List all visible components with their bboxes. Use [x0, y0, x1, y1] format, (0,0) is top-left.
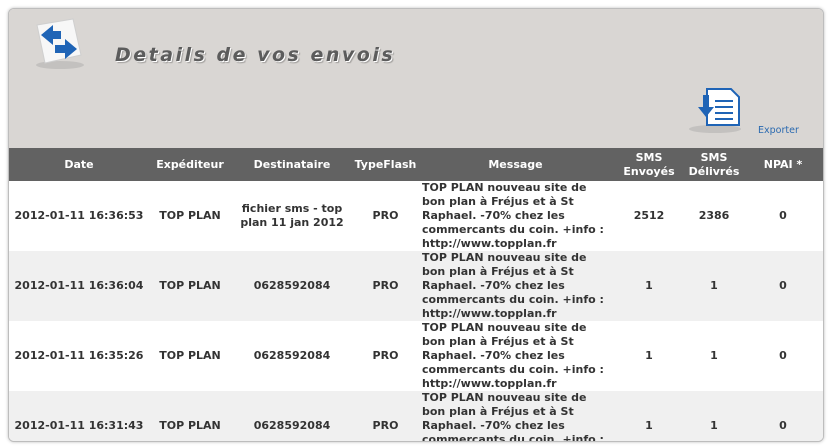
- cell-sender: TOP PLAN: [159, 349, 221, 362]
- envois-table: Date Expéditeur Destinataire TypeFlash M…: [9, 148, 823, 442]
- cell-npai: 0: [779, 349, 787, 362]
- cell-delivered: 2386: [698, 209, 730, 222]
- table-row[interactable]: 2012-01-11 16:36:53 TOP PLAN fichier sms…: [9, 181, 823, 251]
- cell-recipient: 0628592084: [253, 279, 331, 292]
- cell-sent: 1: [645, 279, 653, 292]
- cell-delivered: 1: [710, 349, 718, 362]
- cell-delivered: 1: [710, 419, 718, 432]
- cell-npai: 0: [779, 209, 787, 222]
- table-row[interactable]: 2012-01-11 16:36:04 TOP PLAN 0628592084 …: [9, 251, 823, 321]
- cell-message: TOP PLAN nouveau site de bon plan à Fréj…: [422, 181, 604, 250]
- cell-message: TOP PLAN nouveau site de bon plan à Fréj…: [422, 391, 604, 442]
- cell-sent: 1: [645, 349, 653, 362]
- cell-recipient: fichier sms - top plan 11 jan 2012: [240, 202, 344, 229]
- cell-type: PRO: [372, 419, 399, 432]
- cell-date: 2012-01-11 16:31:43: [14, 419, 144, 432]
- panel-header: Details de vos envois Exporter: [9, 9, 823, 148]
- col-date[interactable]: Date: [9, 148, 149, 181]
- cell-delivered: 1: [710, 279, 718, 292]
- col-destinataire[interactable]: Destinataire: [231, 148, 353, 181]
- cell-sender: TOP PLAN: [159, 419, 221, 432]
- cell-message: TOP PLAN nouveau site de bon plan à Fréj…: [422, 251, 604, 320]
- col-message[interactable]: Message: [418, 148, 613, 181]
- page-title: Details de vos envois: [115, 44, 396, 66]
- cell-type: PRO: [372, 349, 399, 362]
- cell-date: 2012-01-11 16:36:53: [14, 209, 144, 222]
- document-download-icon[interactable]: [685, 85, 745, 135]
- table-row[interactable]: 2012-01-11 16:31:43 TOP PLAN 0628592084 …: [9, 391, 823, 442]
- cell-npai: 0: [779, 419, 787, 432]
- cell-date: 2012-01-11 16:35:26: [14, 349, 144, 362]
- cell-sender: TOP PLAN: [159, 279, 221, 292]
- cell-date: 2012-01-11 16:36:04: [14, 279, 144, 292]
- col-expediteur[interactable]: Expéditeur: [149, 148, 231, 181]
- cell-npai: 0: [779, 279, 787, 292]
- cell-type: PRO: [372, 279, 399, 292]
- col-typeflash[interactable]: TypeFlash: [353, 148, 418, 181]
- cell-message: TOP PLAN nouveau site de bon plan à Fréj…: [422, 321, 604, 390]
- table-row[interactable]: 2012-01-11 16:35:26 TOP PLAN 0628592084 …: [9, 321, 823, 391]
- cell-sender: TOP PLAN: [159, 209, 221, 222]
- export-link[interactable]: Exporter: [758, 125, 799, 136]
- back-arrows-icon[interactable]: [27, 15, 89, 73]
- cell-sent: 2512: [633, 209, 665, 222]
- col-npai[interactable]: NPAI *: [743, 148, 823, 181]
- cell-sent: 1: [645, 419, 653, 432]
- cell-type: PRO: [372, 209, 399, 222]
- col-sms-envoyes[interactable]: SMS Envoyés: [613, 148, 685, 181]
- col-sms-delivres[interactable]: SMS Délivrés: [685, 148, 743, 181]
- table-header-row: Date Expéditeur Destinataire TypeFlash M…: [9, 148, 823, 181]
- cell-recipient: 0628592084: [253, 419, 331, 432]
- envois-panel: Details de vos envois Exporter Date Expé…: [8, 8, 824, 442]
- cell-recipient: 0628592084: [253, 349, 331, 362]
